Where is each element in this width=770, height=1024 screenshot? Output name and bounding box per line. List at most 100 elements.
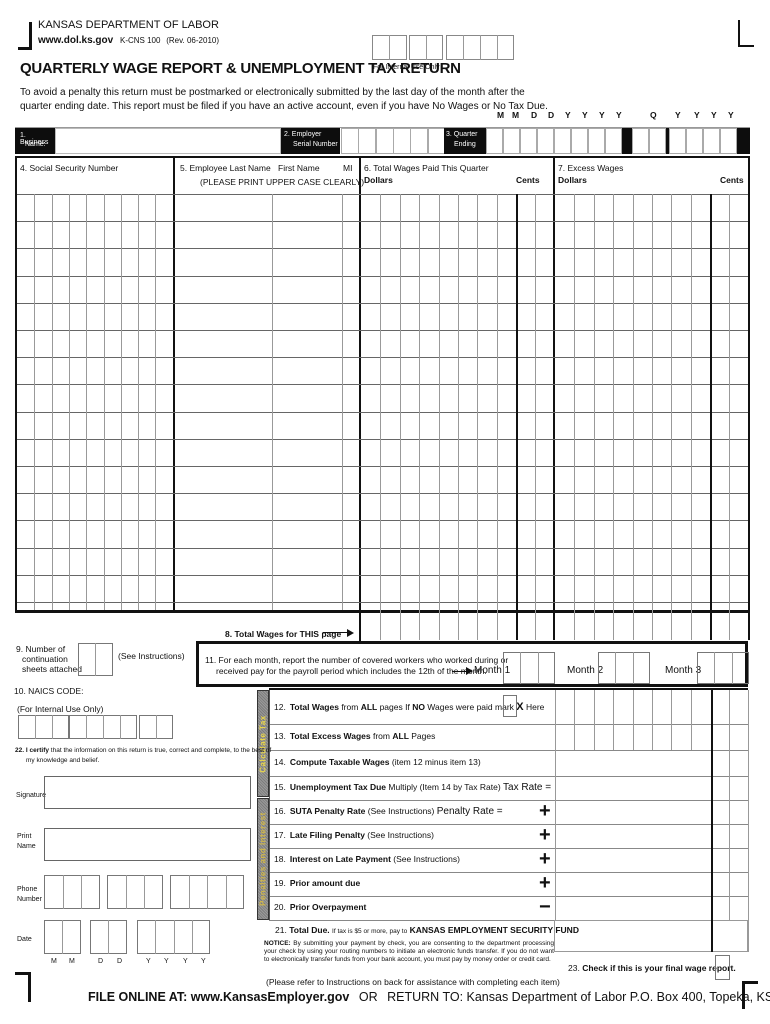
date-format-letter: Y xyxy=(616,110,622,120)
date-digit-box xyxy=(605,128,622,154)
certify-statement-2: my knowledge and belief. xyxy=(26,757,100,764)
month-2-input[interactable] xyxy=(598,652,650,684)
column-header-last-name: 5. Employee Last Name xyxy=(180,163,271,173)
calc-item-15-input[interactable] xyxy=(555,776,748,800)
employee-row xyxy=(17,575,748,602)
calc-item-18-input[interactable] xyxy=(555,848,748,872)
date-format-letter: M xyxy=(51,958,57,965)
column-header-mi: MI xyxy=(343,163,353,173)
business-name-label: 1. Business Name: xyxy=(15,128,55,154)
employee-row xyxy=(17,357,748,384)
column-header-excess-wages: 7. Excess Wages xyxy=(558,163,624,173)
footer: FILE ONLINE AT: www.KansasEmployer.gov O… xyxy=(88,990,770,1004)
calc-item-19-input[interactable] xyxy=(555,872,748,896)
date-label: Date xyxy=(17,936,32,943)
item-9-label: 9. Number of continuation sheets attache… xyxy=(16,644,83,674)
print-name-input[interactable] xyxy=(44,828,251,861)
agency-name: KANSAS DEPARTMENT OF LABOR xyxy=(38,19,219,31)
phone-box-group xyxy=(44,875,100,909)
date-format-letter: Y xyxy=(183,958,188,965)
date-digit-box xyxy=(720,128,737,154)
date-digit-box xyxy=(520,128,537,154)
date-format-letter: Y xyxy=(582,110,588,120)
serial-digit-box xyxy=(358,128,377,154)
serial-digit-box xyxy=(375,128,394,154)
year-letter: Y xyxy=(728,110,734,120)
calc-item-16-input[interactable] xyxy=(555,800,748,824)
print-clearly-note: (PLEASE PRINT UPPER CASE CLEARLY) xyxy=(200,177,365,187)
agency-website[interactable]: www.dol.ks.gov xyxy=(38,35,113,46)
payment-notice: NOTICE: By submitting your payment by ch… xyxy=(264,940,554,964)
employee-row xyxy=(17,493,748,520)
calc-item-label: 14. Compute Taxable Wages (item 12 minus … xyxy=(274,757,481,767)
employee-row xyxy=(17,303,748,330)
employee-row xyxy=(17,330,748,357)
item-10-label: 10. NAICS CODE: xyxy=(14,686,84,696)
serial-digit-box xyxy=(392,128,411,154)
date-digit-box xyxy=(554,128,571,154)
column-header-first-name: First Name xyxy=(278,163,320,173)
registration-mark-top-right xyxy=(738,20,754,47)
item-21-total-due-input[interactable] xyxy=(554,920,748,952)
date-format-letter: Y xyxy=(565,110,571,120)
date-digit-box xyxy=(537,128,554,154)
serial-digit-box xyxy=(427,128,446,154)
date-digit-box xyxy=(703,128,720,154)
date-digit-box xyxy=(669,128,686,154)
year-letter: Y xyxy=(675,110,681,120)
date-digit-box xyxy=(588,128,605,154)
date-digit-box xyxy=(632,128,649,154)
item-23-label: 23. Check if this is your final wage rep… xyxy=(568,963,736,973)
excess-wages-cents-label: Cents xyxy=(720,175,744,185)
employee-row xyxy=(17,221,748,248)
employer-serial-label: 2. Employer Serial Number xyxy=(281,128,340,154)
total-wages-cents-label: Cents xyxy=(516,175,540,185)
item-11-line-2: received pay for the payroll period whic… xyxy=(216,666,487,676)
date-format-letter: D xyxy=(531,110,538,120)
employee-row xyxy=(17,384,748,411)
signature-input[interactable] xyxy=(44,776,251,809)
column-header-total-wages: 6. Total Wages Paid This Quarter xyxy=(364,163,489,173)
plus-icon: + xyxy=(539,824,551,846)
employee-row xyxy=(17,276,748,303)
employee-row xyxy=(17,248,748,275)
calculate-tax-tab: Calculate Tax xyxy=(257,690,269,797)
internal-use-label: For Internal Use Only xyxy=(373,64,440,71)
plus-icon: + xyxy=(539,848,551,870)
quarter-letter: Q xyxy=(650,110,657,120)
calc-item-20-input[interactable] xyxy=(555,896,748,920)
item-21-label: 21. Total Due. If tax is $5 or more, pay… xyxy=(275,925,579,935)
calc-item-14-input[interactable] xyxy=(555,750,748,776)
certify-statement: 22. I certify that the information on th… xyxy=(15,747,272,754)
excess-wages-dollars-label: Dollars xyxy=(558,175,587,185)
no-wages-checkbox[interactable] xyxy=(503,695,517,717)
refer-instructions: (Please refer to Instructions on back fo… xyxy=(266,977,560,987)
serial-digit-box xyxy=(341,128,359,154)
phone-box-group xyxy=(107,875,163,909)
item-9-see-instructions: (See Instructions) xyxy=(118,651,185,661)
file-online-link[interactable]: FILE ONLINE AT: www.KansasEmployer.gov xyxy=(88,990,349,1004)
print-name-label: Print Name xyxy=(17,833,36,850)
item-8-label: 8. Total Wages for THIS page xyxy=(225,629,342,639)
employee-row xyxy=(17,548,748,575)
calc-item-label: 15. Unemployment Tax Due Multiply (Item 1… xyxy=(274,782,552,793)
item-10-note: (For Internal Use Only) xyxy=(17,704,104,714)
naics-box xyxy=(18,715,69,739)
date-digit-box xyxy=(486,128,503,154)
phone-label: Phone Number xyxy=(17,886,42,903)
employee-row xyxy=(17,412,748,439)
date-digit-box xyxy=(503,128,520,154)
signature-label: Signature xyxy=(16,792,46,799)
instructions-line-2: quarter ending date. This report must be… xyxy=(20,101,548,112)
final-report-checkbox[interactable] xyxy=(715,955,730,980)
employee-row xyxy=(17,520,748,547)
month-3-input[interactable] xyxy=(697,652,749,684)
month-1-input[interactable] xyxy=(503,652,555,684)
calc-item-label: 13. Total Excess Wages from ALL Pages xyxy=(274,731,436,741)
calc-item-label: 19. Prior amount due xyxy=(274,878,361,888)
registration-mark-bottom-left xyxy=(15,972,31,1002)
calc-item-17-input[interactable] xyxy=(555,824,748,848)
business-name-input[interactable] xyxy=(55,128,281,154)
date-digit-box xyxy=(686,128,703,154)
date-digit-box xyxy=(649,128,666,154)
